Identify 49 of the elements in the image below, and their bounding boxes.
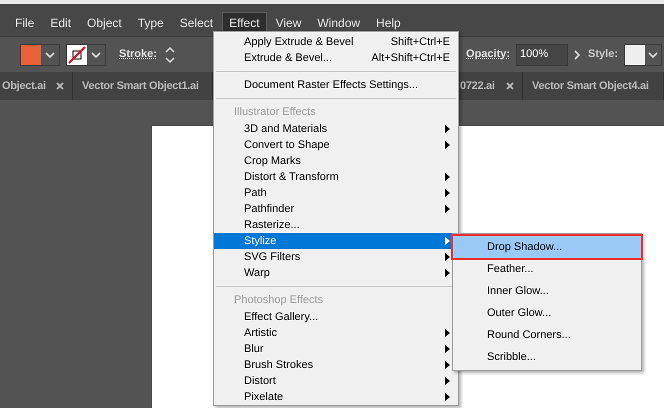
chevron-down-icon xyxy=(648,52,658,58)
chevron-down-icon xyxy=(91,52,101,58)
close-icon[interactable] xyxy=(506,82,514,90)
menu-item[interactable]: Inner Glow... xyxy=(453,280,641,302)
menu-item[interactable]: Outer Glow... xyxy=(453,302,641,324)
menu-item[interactable]: Document Raster Effects Settings... xyxy=(214,77,458,93)
menu-item[interactable]: Help xyxy=(369,12,408,34)
menu-item[interactable]: Edit xyxy=(43,12,78,34)
tab-title: 0722.ai xyxy=(459,78,495,94)
document-tab[interactable]: Vector Smart Object4.ai xyxy=(523,72,664,100)
menu-item[interactable]: Window xyxy=(310,12,368,34)
menu-item[interactable]: Scribble... xyxy=(453,346,641,368)
opacity-label: Opacity: xyxy=(466,47,510,62)
menu-item[interactable]: Path xyxy=(214,185,458,201)
fill-swatch xyxy=(21,44,41,64)
menu-item[interactable]: File xyxy=(8,12,42,34)
menu-item[interactable]: Apply Extrude & Bevel Shift+Ctrl+E xyxy=(214,34,458,50)
menu-item[interactable]: Extrude & Bevel... Alt+Shift+Ctrl+E xyxy=(214,50,458,66)
menu-item[interactable]: Type xyxy=(130,12,171,34)
fill-swatch-button[interactable] xyxy=(20,44,60,66)
opacity-field[interactable]: 100% xyxy=(516,44,568,66)
menu-item[interactable]: 3D and Materials xyxy=(214,121,458,137)
chevron-right-icon[interactable] xyxy=(573,50,582,60)
no-stroke-icon xyxy=(67,44,87,64)
close-icon[interactable] xyxy=(56,82,64,90)
menu-item[interactable]: Feather... xyxy=(453,258,641,280)
menu-item[interactable]: View xyxy=(268,12,308,34)
menu-item[interactable]: Select xyxy=(172,12,220,34)
menu-item[interactable]: Pixelate xyxy=(214,389,458,405)
menu-item[interactable]: Crop Marks xyxy=(214,153,458,169)
menu-item[interactable]: Drop Shadow... xyxy=(453,236,641,258)
stroke-swatch-button[interactable] xyxy=(66,44,106,66)
menu-item[interactable]: Distort & Transform xyxy=(214,169,458,185)
style-label: Style: xyxy=(588,47,618,62)
menu-item[interactable]: Pathfinder xyxy=(214,201,458,217)
menu-item[interactable]: Distort xyxy=(214,373,458,389)
menu-item[interactable]: Round Corners... xyxy=(453,324,641,346)
stroke-label: Stroke: xyxy=(119,47,157,62)
menu-item[interactable]: Convert to Shape xyxy=(214,137,458,153)
tab-title: Vector Smart Object4.ai xyxy=(531,78,649,94)
document-tab[interactable]: Object.ai xyxy=(0,72,73,100)
tab-title: Object.ai xyxy=(1,78,46,94)
tab-title: Vector Smart Object1.ai xyxy=(81,78,199,94)
menu-section-header: Photoshop Effects xyxy=(233,293,324,308)
menu-item[interactable]: Rasterize... xyxy=(214,217,458,233)
menu-section-header: Illustrator Effects xyxy=(233,105,317,120)
style-swatch-button[interactable] xyxy=(624,44,662,66)
chevron-down-icon xyxy=(45,52,55,58)
menu-item[interactable]: Object xyxy=(80,12,129,34)
